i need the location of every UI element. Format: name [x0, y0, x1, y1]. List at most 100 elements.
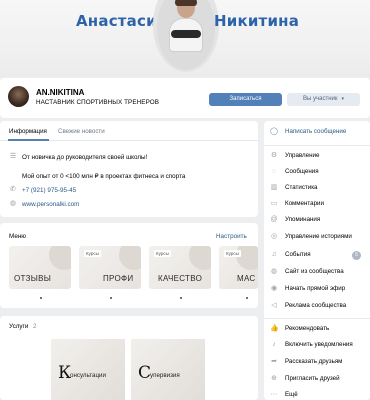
- sidebar-item-statistics[interactable]: ▥ Статистика: [264, 182, 370, 195]
- sidebar-item-more[interactable]: ⋯ Ещё: [264, 389, 370, 400]
- gear-icon: ⚙: [270, 152, 278, 159]
- message-icon: ◯: [270, 128, 278, 135]
- sidebar-item-label: Сайт из сообщества: [285, 268, 344, 275]
- sidebar-item-label: Статистика: [285, 184, 318, 191]
- subscribe-button[interactable]: Записаться: [209, 93, 282, 106]
- menu-tile-mas[interactable]: Курсы МАС: [219, 246, 258, 289]
- menu-tile-badge: Курсы: [84, 250, 101, 257]
- sidebar-item-label: Управление: [285, 152, 320, 159]
- menu-tile-label: ОТЗЫВЫ: [14, 274, 52, 283]
- menu-title: Меню: [9, 233, 27, 240]
- menu-tile-dot: [246, 297, 248, 299]
- menu-tile-badge: Курсы: [224, 250, 241, 257]
- notification-icon: ♪: [272, 341, 276, 348]
- bell-icon: ♫: [271, 251, 277, 258]
- info-tabs: Информация Свежие новости: [0, 121, 258, 141]
- live-icon: ◉: [270, 285, 278, 292]
- sidebar-item-mentions[interactable]: @ Упоминания: [264, 214, 370, 227]
- sidebar-item-label: Пригласить друзей: [285, 375, 340, 382]
- member-label: Вы участник: [303, 96, 338, 102]
- sidebar-item-site-from-community[interactable]: ◍ Сайт из сообщества: [264, 266, 370, 279]
- cover-last-name: Никитина: [214, 12, 300, 30]
- phone-icon: ✆: [10, 186, 16, 193]
- sidebar-item-label: Комментарии: [285, 200, 324, 207]
- sidebar-item-label: Включить уведомления: [285, 341, 353, 348]
- service-tile-label: онсультации: [70, 372, 106, 379]
- sidebar-item-label: События: [285, 251, 311, 258]
- sidebar-item-messages[interactable]: ◌ Сообщения: [264, 166, 370, 179]
- sidebar-item-label: Сообщения: [285, 168, 319, 175]
- tab-fresh-news[interactable]: Свежие новости: [58, 128, 105, 135]
- community-status: НАСТАВНИК СПОРТИВНЫХ ТРЕНЕРОВ: [36, 99, 160, 106]
- stories-icon: ◎: [270, 233, 278, 240]
- sidebar-item-management[interactable]: ⚙ Управление: [264, 150, 370, 163]
- tab-information[interactable]: Информация: [9, 128, 47, 135]
- menu-tile-dot: [40, 297, 42, 299]
- sidebar-item-label: Ещё: [285, 391, 298, 398]
- menu-tile-profi[interactable]: Курсы ПРОФИ: [79, 246, 141, 289]
- menu-tile-badge: Курсы: [154, 250, 171, 257]
- sidebar-item-events[interactable]: ♫ События 5: [264, 249, 370, 262]
- menu-tile-label: МАС: [237, 274, 256, 283]
- comment-icon: ▭: [270, 200, 278, 207]
- service-tile-consultations[interactable]: К онсультации: [51, 339, 125, 400]
- sidebar-item-label: Рассказать друзьям: [285, 358, 343, 365]
- menu-tile-reviews[interactable]: ОТЗЫВЫ: [9, 246, 71, 289]
- thumb-icon: 👍: [270, 325, 279, 332]
- invite-icon: ⊕: [271, 375, 277, 382]
- sidebar-item-write-message[interactable]: ◯ Написать сообщение: [264, 126, 370, 139]
- cover-portrait: [153, 0, 219, 72]
- member-dropdown-button[interactable]: Вы участник ▾: [287, 93, 360, 106]
- menu-card: Меню Настроить ОТЗЫВЫ Курсы ПРОФИ Курсы …: [0, 223, 258, 308]
- community-header: AN.NIKITINA НАСТАВНИК СПОРТИВНЫХ ТРЕНЕРО…: [0, 78, 370, 118]
- menu-setup-link[interactable]: Настроить: [216, 233, 247, 240]
- megaphone-icon: ◁: [271, 302, 277, 309]
- menu-tile-dot: [110, 297, 112, 299]
- service-tile-label: упервизия: [150, 372, 180, 379]
- events-count-badge: 5: [352, 251, 361, 260]
- sidebar-item-label: Реклама сообщества: [285, 302, 347, 309]
- globe-icon: ◍: [270, 268, 278, 275]
- sidebar-item-tell-friends[interactable]: ➦ Рассказать друзьям: [264, 356, 370, 369]
- sidebar-item-label: Упоминания: [285, 216, 321, 223]
- sidebar-item-label: Управление историями: [285, 233, 352, 240]
- sidebar-item-label: Рекомендовать: [285, 325, 330, 332]
- more-icon: ⋯: [270, 391, 278, 398]
- service-tile-supervision[interactable]: С упервизия: [131, 339, 205, 400]
- sidebar-divider: [264, 145, 370, 146]
- description-line-1: От новичка до руководителя своей школы!: [22, 154, 148, 161]
- sidebar-item-enable-notifications[interactable]: ♪ Включить уведомления: [264, 339, 370, 352]
- community-name: AN.NIKITINA: [36, 88, 85, 97]
- sidebar-item-label: Написать сообщение: [285, 128, 347, 135]
- chart-icon: ▥: [270, 184, 278, 191]
- menu-tile-quality[interactable]: Курсы КАЧЕСТВО: [149, 246, 211, 289]
- at-icon: @: [270, 216, 278, 223]
- sidebar-item-manage-stories[interactable]: ◎ Управление историями: [264, 231, 370, 244]
- info-card: Информация Свежие новости ☰ От новичка д…: [0, 121, 258, 217]
- phone-link[interactable]: +7 (921) 975-95-45: [22, 187, 76, 194]
- sidebar-item-recommend[interactable]: 👍 Рекомендовать: [264, 323, 370, 336]
- menu-tile-dot: [180, 297, 182, 299]
- description-line-2: Мой опыт от 0 <100 млн ₽ в проектах фитн…: [22, 173, 186, 180]
- website-link[interactable]: www.personalki.com: [22, 201, 79, 208]
- share-icon: ➦: [271, 358, 277, 365]
- sidebar-item-invite-friends[interactable]: ⊕ Пригласить друзей: [264, 373, 370, 386]
- globe-icon: ◍: [9, 200, 17, 207]
- sidebar-item-label: Начать прямой эфир: [285, 285, 346, 292]
- sidebar-item-comments[interactable]: ▭ Комментарии: [264, 198, 370, 211]
- chevron-down-icon: ▾: [341, 96, 344, 102]
- services-title: Услуги: [9, 323, 29, 330]
- sidebar-item-start-live[interactable]: ◉ Начать прямой эфир: [264, 283, 370, 296]
- menu-tile-label: ПРОФИ: [103, 274, 134, 283]
- services-count: 2: [33, 323, 37, 330]
- sidebar-item-community-ads[interactable]: ◁ Реклама сообщества: [264, 300, 370, 313]
- services-card: Услуги 2 К онсультации С упервизия: [0, 316, 258, 400]
- community-actions-sidebar: ◯ Написать сообщение ⚙ Управление ◌ Сооб…: [264, 121, 370, 400]
- chat-icon: ◌: [271, 168, 277, 175]
- community-cover: Анастасия Никитина: [0, 0, 370, 77]
- sidebar-divider: [264, 318, 370, 319]
- text-lines-icon: ☰: [9, 153, 17, 160]
- menu-tile-label: КАЧЕСТВО: [158, 274, 203, 283]
- active-tab-indicator: [8, 139, 49, 141]
- community-avatar[interactable]: [8, 86, 29, 107]
